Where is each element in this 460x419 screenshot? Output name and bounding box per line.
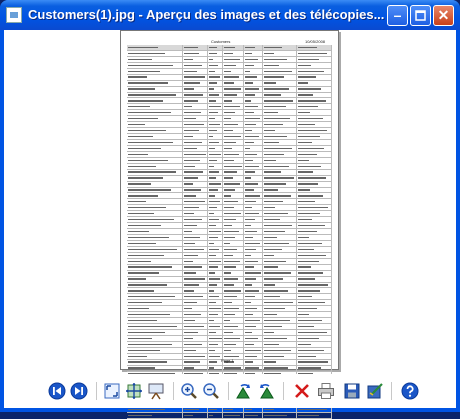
save-copy-button[interactable]: [343, 382, 361, 400]
print-icon: [318, 383, 334, 399]
document-page: Customers 10/05/2008 Page 1: [120, 30, 339, 419]
zoom-in-button[interactable]: [180, 382, 198, 400]
rotate-clockwise-button[interactable]: [235, 382, 253, 400]
maximize-icon: [415, 10, 426, 21]
best-fit-icon: [104, 383, 120, 399]
save-copy-icon: [344, 383, 360, 399]
delete-button[interactable]: [293, 382, 311, 400]
zoom-in-icon: [181, 383, 197, 399]
minimize-button[interactable]: –: [387, 5, 408, 26]
delete-icon: [295, 384, 309, 398]
previous-image-button[interactable]: [48, 382, 66, 400]
previous-image-icon: [48, 382, 66, 400]
zoom-out-icon: [203, 383, 219, 399]
open-editor-icon: [367, 383, 383, 399]
open-editor-button[interactable]: [366, 382, 384, 400]
table-row: [127, 413, 332, 419]
image-viewport[interactable]: Customers 10/05/2008 Page 1: [4, 30, 456, 419]
app-window: Customers(1).jpg - Aperçu des images et …: [0, 0, 460, 419]
window-title: Customers(1).jpg - Aperçu des images et …: [28, 7, 385, 22]
close-button[interactable]: ✕: [433, 5, 454, 26]
next-image-icon: [70, 382, 88, 400]
next-image-button[interactable]: [70, 382, 88, 400]
actual-size-button[interactable]: [125, 382, 143, 400]
document-date: 10/05/2008: [305, 39, 326, 44]
actual-size-icon: [126, 383, 142, 399]
slideshow-icon: [148, 383, 164, 400]
document-footer: Page 1: [221, 358, 234, 363]
help-button[interactable]: [401, 382, 419, 400]
rotate-clockwise-icon: [236, 384, 250, 399]
viewer-toolbar: [4, 374, 456, 408]
help-icon: [401, 382, 419, 400]
rotate-counterclockwise-button[interactable]: [257, 382, 275, 400]
zoom-out-button[interactable]: [202, 382, 220, 400]
image-viewer-app-icon[interactable]: [6, 7, 22, 23]
rotate-counterclockwise-icon: [260, 384, 274, 399]
print-button[interactable]: [317, 382, 335, 400]
best-fit-button[interactable]: [103, 382, 121, 400]
title-bar[interactable]: Customers(1).jpg - Aperçu des images et …: [0, 0, 460, 30]
document-title: Customers: [211, 39, 231, 44]
maximize-button[interactable]: [410, 5, 431, 26]
slideshow-button[interactable]: [147, 382, 165, 400]
